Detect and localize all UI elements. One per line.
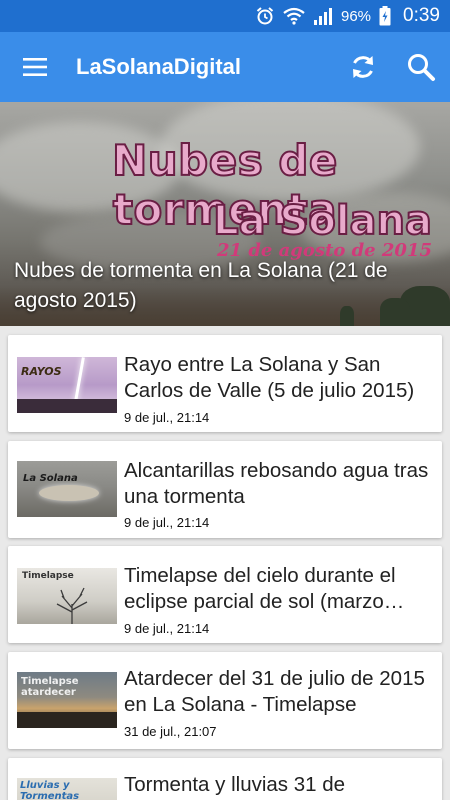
wifi-icon	[283, 7, 305, 25]
article-date: 9 de jul., 21:14	[124, 410, 210, 425]
list-item[interactable]: Timelapse Timelapse del cielo durante el…	[8, 546, 442, 643]
refresh-button[interactable]	[334, 32, 392, 102]
thumbnail-label: RAYOS	[21, 365, 62, 378]
list-item[interactable]: RAYOS Rayo entre La Solana y San Carlos …	[8, 335, 442, 432]
article-title: Rayo entre La Solana y San Carlos de Val…	[124, 353, 415, 402]
list-item[interactable]: Lluvias y Tormentas Tormenta y lluvias 3…	[8, 758, 442, 800]
article-date: 9 de jul., 21:14	[124, 621, 210, 636]
list-item[interactable]: La Solana Alcantarillas rebosando agua t…	[8, 441, 442, 538]
thumbnail-label: Timelapse	[22, 571, 74, 581]
article-title: Alcantarillas rebosando agua tras una to…	[124, 459, 429, 508]
signal-icon	[313, 7, 333, 25]
thumbnail-label: Timelapse atardecer	[21, 676, 79, 698]
search-icon	[408, 54, 435, 81]
featured-title: Nubes de tormenta en La Solana (21 de ag…	[14, 259, 388, 312]
article-thumbnail: Lluvias y Tormentas	[17, 778, 117, 800]
search-button[interactable]	[392, 32, 450, 102]
refresh-icon	[353, 56, 373, 78]
article-thumbnail: Timelapse	[17, 568, 117, 624]
battery-charging-icon	[379, 6, 391, 26]
app-bar: LaSolanaDigital	[0, 32, 450, 102]
clock: 0:39	[403, 5, 440, 26]
menu-button[interactable]	[0, 32, 70, 102]
status-bar: 96% 0:39	[0, 0, 450, 32]
article-title: Tormenta y lluvias 31 de	[124, 773, 346, 796]
article-title: Atardecer del 31 de julio de 2015 en La …	[124, 667, 425, 716]
article-thumbnail: RAYOS	[17, 357, 117, 413]
list-item[interactable]: Timelapse atardecer Atardecer del 31 de …	[8, 652, 442, 749]
thumbnail-label: Lluvias y Tormentas	[20, 780, 80, 800]
featured-article[interactable]: Nubes de tormenta La Solana 21 de agosto…	[0, 102, 450, 326]
article-title: Timelapse del cielo durante el eclipse p…	[124, 564, 405, 613]
menu-icon	[23, 58, 47, 76]
thumbnail-label: La Solana	[23, 473, 78, 484]
article-thumbnail: Timelapse atardecer	[17, 672, 117, 728]
battery-percent: 96%	[340, 7, 372, 25]
article-date: 9 de jul., 21:14	[124, 515, 210, 530]
article-date: 31 de jul., 21:07	[124, 724, 217, 739]
alarm-icon	[255, 6, 275, 26]
article-thumbnail: La Solana	[17, 461, 117, 517]
hero-image-subtitle: La Solana	[212, 197, 433, 245]
app-title: LaSolanaDigital	[76, 54, 242, 79]
